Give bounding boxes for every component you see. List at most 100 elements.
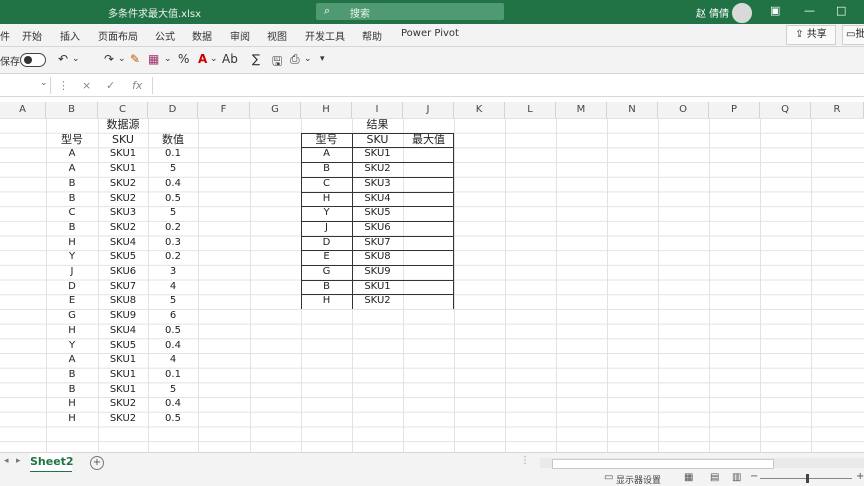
source-cell-value[interactable]: 0.2 (148, 221, 198, 236)
customize-icon[interactable]: ▾ (320, 54, 325, 64)
worksheet-grid[interactable]: 数据源 型号 SKU 数值 结果 型号 SKU 最大值 A SKU1 0.1 A SKU… (0, 118, 864, 452)
zoom-slider-knob[interactable] (806, 474, 809, 483)
column-header[interactable]: Q (760, 102, 811, 118)
undo-icon[interactable]: ↶ (58, 52, 68, 66)
result-cell-model[interactable]: Y (301, 206, 352, 221)
minimize-icon[interactable]: — (804, 4, 815, 17)
chevron-down-icon[interactable]: ⌄ (210, 54, 218, 64)
result-cell-max[interactable] (403, 162, 454, 177)
source-cell-model[interactable]: A (46, 353, 98, 368)
source-cell-model[interactable]: C (46, 206, 98, 221)
tab-developer[interactable]: 开发工具 (305, 28, 345, 43)
source-cell-value[interactable]: 0.4 (148, 177, 198, 192)
result-cell-sku[interactable]: SKU6 (352, 221, 403, 236)
source-cell-value[interactable]: 5 (148, 294, 198, 309)
source-cell-sku[interactable]: SKU2 (98, 412, 148, 427)
percent-icon[interactable]: % (178, 52, 189, 66)
sum-icon[interactable]: ∑ (252, 52, 260, 66)
result-cell-sku[interactable]: SKU2 (352, 162, 403, 177)
display-settings-label[interactable]: 显示器设置 (616, 473, 661, 486)
source-cell-model[interactable]: H (46, 397, 98, 412)
source-cell-sku[interactable]: SKU4 (98, 236, 148, 251)
zoom-in-icon[interactable]: + (856, 471, 864, 482)
result-cell-max[interactable] (403, 206, 454, 221)
formula-input[interactable] (152, 77, 864, 94)
preview-icon[interactable]: ⎙ (290, 52, 300, 67)
column-header[interactable]: C (98, 102, 148, 118)
tab-page-layout[interactable]: 页面布局 (98, 28, 138, 43)
source-cell-model[interactable]: H (46, 236, 98, 251)
result-cell-model[interactable]: H (301, 192, 352, 207)
source-cell-sku[interactable]: SKU6 (98, 265, 148, 280)
avatar[interactable] (732, 3, 752, 23)
result-table-title[interactable]: 结果 (352, 118, 403, 133)
source-cell-value[interactable]: 0.5 (148, 324, 198, 339)
column-header[interactable]: L (505, 102, 556, 118)
source-cell-sku[interactable]: SKU1 (98, 383, 148, 398)
source-cell-model[interactable]: H (46, 412, 98, 427)
source-cell-model[interactable]: H (46, 324, 98, 339)
result-cell-sku[interactable]: SKU5 (352, 206, 403, 221)
source-cell-value[interactable]: 0.4 (148, 339, 198, 354)
result-cell-model[interactable]: H (301, 294, 352, 309)
tab-formulas[interactable]: 公式 (155, 28, 175, 43)
result-cell-max[interactable] (403, 147, 454, 162)
more-sheets-icon[interactable]: ⋮ (520, 455, 530, 466)
autosave-toggle[interactable] (20, 53, 46, 67)
result-cell-sku[interactable]: SKU4 (352, 192, 403, 207)
result-header-model[interactable]: 型号 (301, 133, 352, 148)
source-cell-value[interactable]: 0.3 (148, 236, 198, 251)
source-cell-value[interactable]: 5 (148, 206, 198, 221)
search-box[interactable]: ⌕ 搜索 (316, 3, 504, 20)
source-header-value[interactable]: 数值 (148, 133, 198, 148)
table-icon[interactable]: ▦ (148, 52, 159, 66)
source-cell-model[interactable]: B (46, 192, 98, 207)
scroll-left-icon[interactable]: ◂ (4, 456, 9, 466)
result-cell-sku[interactable]: SKU8 (352, 250, 403, 265)
column-header[interactable]: F (198, 102, 250, 118)
source-cell-value[interactable]: 0.2 (148, 250, 198, 265)
source-cell-value[interactable]: 0.5 (148, 192, 198, 207)
result-cell-model[interactable]: B (301, 162, 352, 177)
result-cell-max[interactable] (403, 236, 454, 251)
comment-button[interactable]: ▭批 (842, 25, 864, 45)
enter-icon[interactable]: ✓ (106, 79, 115, 92)
result-header-sku[interactable]: SKU (352, 133, 403, 148)
result-cell-max[interactable] (403, 294, 454, 309)
text-style-icon[interactable]: Ab (222, 52, 238, 66)
column-header[interactable]: O (658, 102, 709, 118)
source-cell-sku[interactable]: SKU1 (98, 162, 148, 177)
source-cell-model[interactable]: B (46, 177, 98, 192)
column-header[interactable]: D (148, 102, 198, 118)
horizontal-scrollbar[interactable] (540, 458, 864, 469)
source-header-sku[interactable]: SKU (98, 133, 148, 148)
result-cell-sku[interactable]: SKU2 (352, 294, 403, 309)
column-header[interactable]: R (811, 102, 864, 118)
source-cell-value[interactable]: 4 (148, 353, 198, 368)
chevron-down-icon[interactable]: ⌄ (304, 54, 312, 64)
source-header-model[interactable]: 型号 (46, 133, 98, 148)
redo-icon[interactable]: ↷ (104, 52, 114, 66)
page-layout-view-icon[interactable]: ▤ (710, 472, 719, 483)
source-cell-value[interactable]: 5 (148, 383, 198, 398)
share-button[interactable]: ⇪ 共享 (786, 25, 836, 45)
source-cell-value[interactable]: 4 (148, 280, 198, 295)
tab-view[interactable]: 视图 (267, 28, 287, 43)
result-cell-max[interactable] (403, 221, 454, 236)
column-header[interactable]: K (454, 102, 505, 118)
tab-help[interactable]: 帮助 (362, 28, 382, 43)
tab-file[interactable]: 件 (0, 28, 10, 43)
result-cell-sku[interactable]: SKU3 (352, 177, 403, 192)
source-cell-sku[interactable]: SKU9 (98, 309, 148, 324)
normal-view-icon[interactable]: ▦ (684, 472, 693, 483)
source-cell-sku[interactable]: SKU5 (98, 250, 148, 265)
zoom-out-icon[interactable]: − (750, 471, 758, 482)
column-header[interactable]: J (403, 102, 454, 118)
source-cell-model[interactable]: J (46, 265, 98, 280)
source-cell-sku[interactable]: SKU4 (98, 324, 148, 339)
column-header[interactable]: H (301, 102, 352, 118)
result-cell-max[interactable] (403, 177, 454, 192)
source-cell-model[interactable]: D (46, 280, 98, 295)
result-cell-model[interactable]: C (301, 177, 352, 192)
source-cell-sku[interactable]: SKU7 (98, 280, 148, 295)
